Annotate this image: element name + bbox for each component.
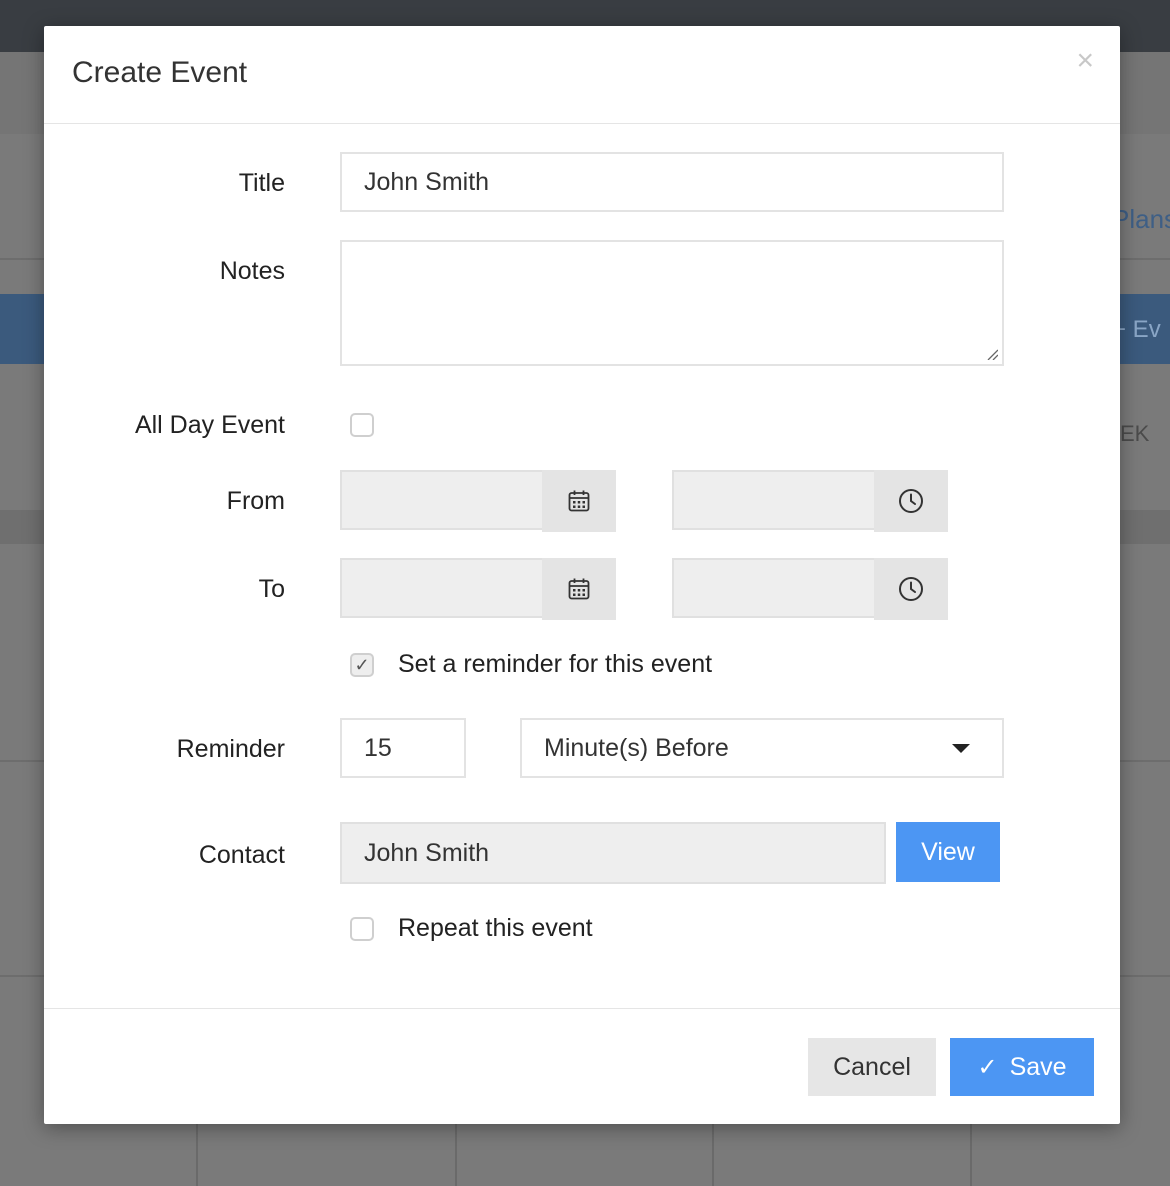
to-date-input[interactable] bbox=[340, 558, 544, 618]
to-time-input[interactable] bbox=[672, 558, 876, 618]
contact-label: Contact bbox=[198, 841, 285, 869]
title-input[interactable]: John Smith bbox=[340, 152, 1004, 212]
calendar-icon bbox=[568, 490, 590, 512]
calendar-col-divider bbox=[455, 1124, 457, 1186]
dialog-title: Create Event bbox=[72, 56, 248, 89]
repeat-checkbox-label[interactable]: Repeat this event bbox=[398, 914, 593, 943]
bg-week-tab[interactable]: EK bbox=[1120, 421, 1149, 447]
calendar-col-divider bbox=[196, 1124, 198, 1186]
calendar-icon bbox=[568, 578, 590, 600]
from-label: From bbox=[226, 487, 285, 515]
calendar-col-divider bbox=[712, 1124, 714, 1186]
check-icon: ✓ bbox=[977, 1053, 998, 1081]
reminder-checkbox[interactable]: ✓ bbox=[350, 653, 374, 677]
resize-grip-icon[interactable] bbox=[986, 348, 998, 360]
save-button-label: Save bbox=[1009, 1052, 1067, 1081]
reminder-unit-select[interactable]: Minute(s) Before bbox=[520, 718, 1004, 778]
calendar-col-divider bbox=[970, 1124, 972, 1186]
title-label: Title bbox=[238, 169, 285, 197]
contact-input[interactable]: John Smith bbox=[340, 822, 886, 884]
clock-icon bbox=[899, 489, 923, 513]
create-event-dialog: Create Event × Title John Smith Notes Al… bbox=[44, 26, 1120, 1124]
save-button[interactable]: ✓ Save bbox=[950, 1038, 1094, 1096]
view-contact-button[interactable]: View bbox=[896, 822, 1000, 882]
check-icon: ✓ bbox=[354, 655, 370, 675]
reminder-amount-input[interactable]: 15 bbox=[340, 718, 466, 778]
from-date-input[interactable] bbox=[340, 470, 544, 530]
reminder-label: Reminder bbox=[176, 735, 285, 763]
all-day-checkbox[interactable] bbox=[350, 413, 374, 437]
notes-label: Notes bbox=[219, 257, 285, 285]
to-label: To bbox=[258, 575, 285, 603]
to-time-picker-button[interactable] bbox=[874, 558, 948, 620]
all-day-label: All Day Event bbox=[134, 411, 285, 439]
from-date-picker-button[interactable] bbox=[542, 470, 616, 532]
notes-textarea[interactable] bbox=[340, 240, 1004, 366]
from-time-input[interactable] bbox=[672, 470, 876, 530]
cancel-button[interactable]: Cancel bbox=[808, 1038, 936, 1096]
repeat-checkbox[interactable] bbox=[350, 917, 374, 941]
clock-icon bbox=[899, 577, 923, 601]
reminder-checkbox-label[interactable]: Set a reminder for this event bbox=[398, 650, 712, 679]
to-date-picker-button[interactable] bbox=[542, 558, 616, 620]
from-time-picker-button[interactable] bbox=[874, 470, 948, 532]
bg-plans-link[interactable]: Plans bbox=[1112, 204, 1170, 235]
reminder-unit-value: Minute(s) Before bbox=[544, 733, 729, 762]
caret-down-icon bbox=[952, 744, 970, 753]
dialog-header: Create Event × bbox=[44, 26, 1120, 124]
close-icon[interactable]: × bbox=[1076, 46, 1094, 76]
